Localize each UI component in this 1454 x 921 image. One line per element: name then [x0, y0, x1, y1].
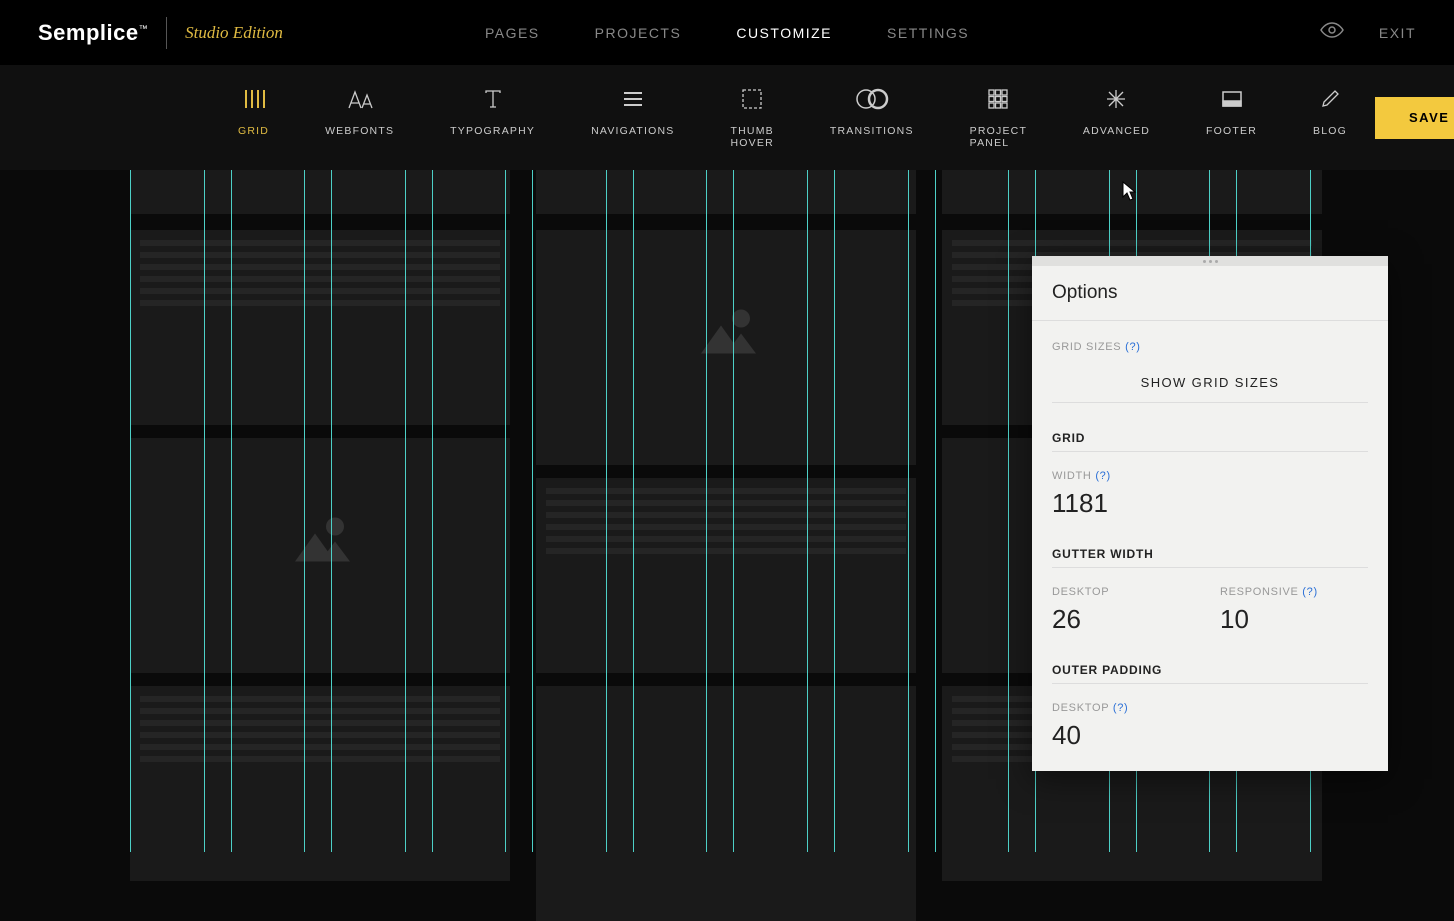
panel-body: GRID SIZES (?) SHOW GRID SIZES GRID WIDT… — [1032, 321, 1388, 771]
width-field: WIDTH (?) — [1052, 470, 1368, 519]
grid-column — [130, 170, 205, 852]
circles-icon — [852, 87, 892, 111]
tool-project-panel[interactable]: PROJECT PANEL — [942, 87, 1055, 149]
footer-icon — [1221, 87, 1243, 111]
nav-customize[interactable]: CUSTOMIZE — [736, 25, 832, 41]
tool-blog-label: BLOG — [1313, 125, 1347, 137]
exit-link[interactable]: EXIT — [1379, 25, 1416, 41]
font-icon — [347, 87, 373, 111]
gutter-responsive-label: RESPONSIVE (?) — [1220, 586, 1368, 598]
marquee-icon — [741, 87, 763, 111]
grid-column — [733, 170, 808, 852]
tool-grid-label: GRID — [238, 125, 269, 137]
tool-typography[interactable]: TYPOGRAPHY — [422, 87, 563, 149]
grid-sizes-label: GRID SIZES (?) — [1052, 341, 1368, 353]
tool-navigations[interactable]: NAVIGATIONS — [563, 87, 702, 149]
tool-navigations-label: NAVIGATIONS — [591, 125, 674, 137]
width-input[interactable] — [1052, 488, 1368, 519]
grid-column — [432, 170, 507, 852]
grid9-icon — [988, 87, 1008, 111]
gutter-desktop-input[interactable] — [1052, 604, 1200, 635]
grid-column — [331, 170, 406, 852]
tool-project-panel-label: PROJECT PANEL — [970, 125, 1027, 149]
tools-row: GRID WEBFONTS TYPOGRAPHY NAVIGATIONS THU… — [210, 87, 1375, 149]
type-icon — [483, 87, 503, 111]
preview-icon[interactable] — [1320, 22, 1344, 43]
tool-transitions[interactable]: TRANSITIONS — [802, 87, 942, 149]
tool-transitions-label: TRANSITIONS — [830, 125, 914, 137]
nav-projects[interactable]: PROJECTS — [595, 25, 682, 41]
options-panel: Options GRID SIZES (?) SHOW GRID SIZES G… — [1032, 256, 1388, 771]
tool-advanced[interactable]: ADVANCED — [1055, 87, 1178, 149]
help-link[interactable]: (?) — [1095, 470, 1111, 482]
main-nav: PAGES PROJECTS CUSTOMIZE SETTINGS — [485, 25, 969, 41]
gutter-section-header: GUTTER WIDTH — [1052, 547, 1368, 568]
width-label: WIDTH (?) — [1052, 470, 1368, 482]
logo: Semplice™ — [38, 20, 148, 46]
grid-icon — [243, 87, 265, 111]
outer-desktop-field: DESKTOP (?) — [1052, 702, 1368, 751]
grid-column — [633, 170, 708, 852]
tool-thumb-hover[interactable]: THUMB HOVER — [703, 87, 802, 149]
pencil-icon — [1320, 87, 1340, 111]
tool-typography-label: TYPOGRAPHY — [450, 125, 535, 137]
tool-footer[interactable]: FOOTER — [1178, 87, 1285, 149]
nav-settings[interactable]: SETTINGS — [887, 25, 969, 41]
grid-column — [532, 170, 607, 852]
customize-toolbar: GRID WEBFONTS TYPOGRAPHY NAVIGATIONS THU… — [0, 65, 1454, 170]
gutter-responsive-field: RESPONSIVE (?) — [1220, 586, 1368, 635]
header-right: EXIT — [1320, 22, 1416, 43]
help-link[interactable]: (?) — [1302, 586, 1318, 598]
tool-footer-label: FOOTER — [1206, 125, 1257, 137]
outer-desktop-label: DESKTOP (?) — [1052, 702, 1368, 714]
gutter-desktop-label: DESKTOP — [1052, 586, 1200, 598]
grid-column — [834, 170, 909, 852]
tool-webfonts[interactable]: WEBFONTS — [297, 87, 422, 149]
gutter-responsive-input[interactable] — [1220, 604, 1368, 635]
grid-column — [231, 170, 306, 852]
gutter-desktop-field: DESKTOP — [1052, 586, 1200, 635]
grid-section-header: GRID — [1052, 431, 1368, 452]
tool-blog[interactable]: BLOG — [1285, 87, 1375, 149]
logo-divider — [166, 17, 167, 49]
panel-title: Options — [1032, 266, 1388, 321]
outer-desktop-input[interactable] — [1052, 720, 1368, 751]
help-link[interactable]: (?) — [1125, 341, 1141, 353]
logo-area: Semplice™ Studio Edition — [38, 17, 283, 49]
grid-column — [935, 170, 1010, 852]
logo-edition: Studio Edition — [185, 23, 283, 43]
show-grid-sizes-button[interactable]: SHOW GRID SIZES — [1052, 363, 1368, 403]
save-button[interactable]: SAVE — [1375, 97, 1454, 139]
nav-pages[interactable]: PAGES — [485, 25, 540, 41]
panel-drag-handle[interactable] — [1032, 256, 1388, 266]
nav-lines-icon — [622, 87, 644, 111]
tool-webfonts-label: WEBFONTS — [325, 125, 394, 137]
tool-advanced-label: ADVANCED — [1083, 125, 1150, 137]
outer-padding-header: OUTER PADDING — [1052, 663, 1368, 684]
tool-thumb-hover-label: THUMB HOVER — [731, 125, 774, 149]
app-header: Semplice™ Studio Edition PAGES PROJECTS … — [0, 0, 1454, 65]
help-link[interactable]: (?) — [1113, 702, 1129, 714]
sparkle-icon — [1105, 87, 1127, 111]
tool-grid[interactable]: GRID — [210, 87, 297, 149]
